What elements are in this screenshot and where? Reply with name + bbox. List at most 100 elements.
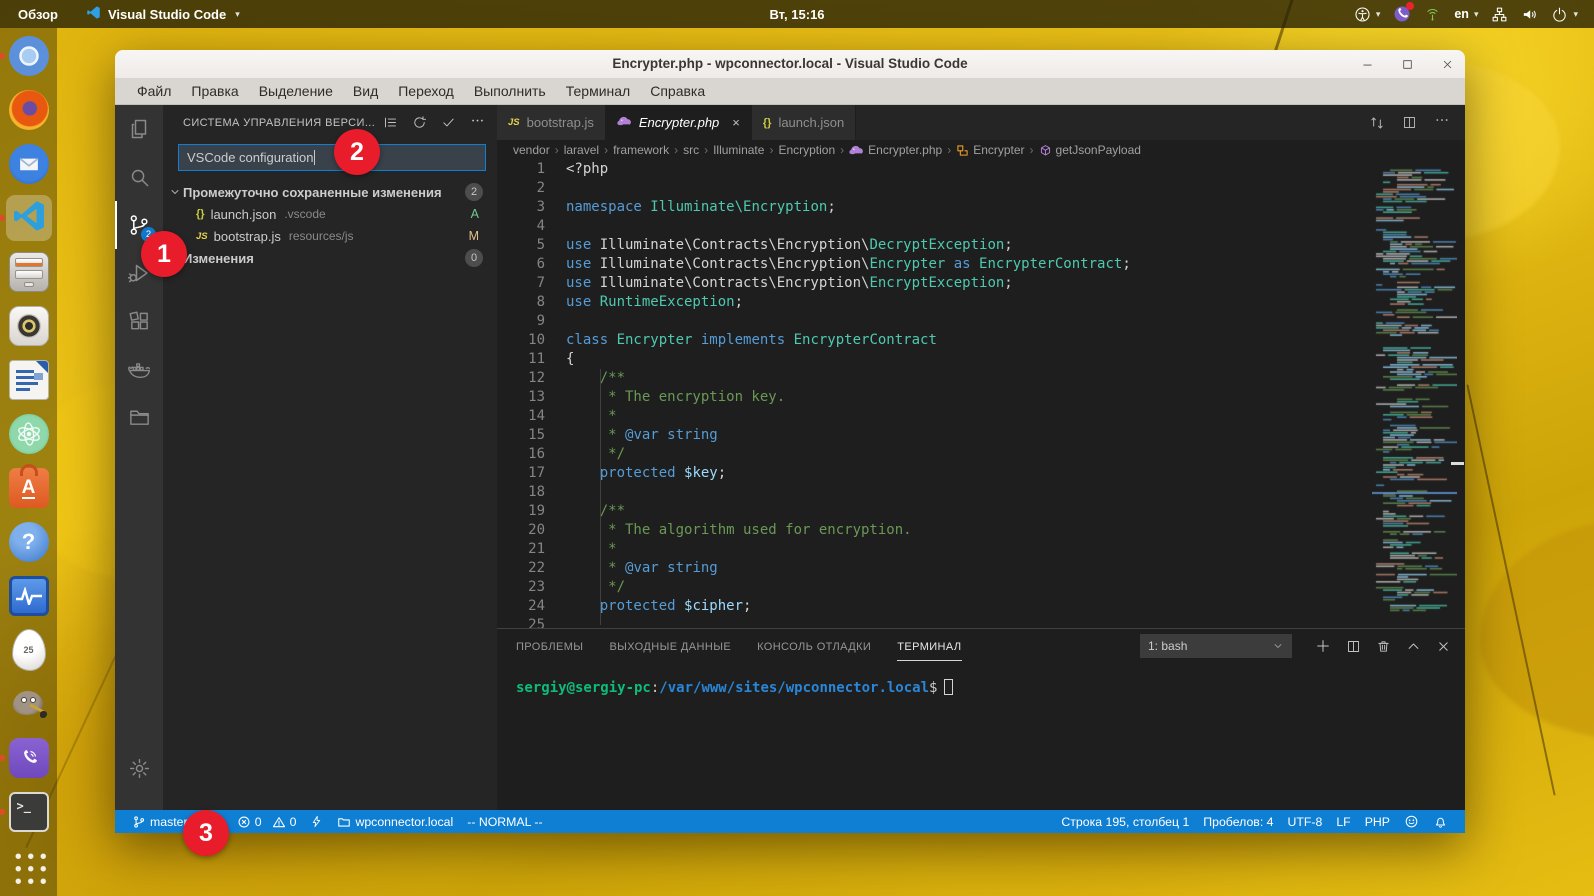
activities-button[interactable]: Обзор <box>0 0 76 28</box>
open-changes-icon[interactable] <box>1369 115 1385 131</box>
line-number: 25 <box>497 616 545 628</box>
workspace-indicator[interactable]: wpconnector.local <box>330 810 460 833</box>
breadcrumb-item[interactable]: framework <box>613 143 669 157</box>
dock-item-libreoffice[interactable] <box>6 357 52 403</box>
dock-item-audio-player[interactable] <box>6 303 52 349</box>
menu-файл[interactable]: Файл <box>127 80 181 102</box>
close-button[interactable] <box>1439 56 1455 72</box>
language-mode-indicator[interactable]: PHP <box>1358 815 1397 829</box>
refresh-icon[interactable] <box>412 115 427 130</box>
scm-group-header[interactable]: Изменения0 <box>163 247 497 269</box>
dock-item-atom[interactable] <box>6 411 52 457</box>
dock-item-chromium[interactable] <box>6 33 52 79</box>
activity-docker[interactable] <box>115 345 163 393</box>
split-editor-icon[interactable] <box>1402 115 1417 130</box>
menu-справка[interactable]: Справка <box>640 80 715 102</box>
tab-launch-json[interactable]: {}launch.json <box>752 105 856 140</box>
viber-tray-button[interactable] <box>1393 5 1411 23</box>
code-line: 2 <box>497 179 1465 198</box>
minimap[interactable] <box>1372 160 1457 622</box>
cursor-position[interactable]: Строка 195, столбец 1 <box>1054 815 1196 829</box>
libreoffice-icon <box>9 360 49 400</box>
menu-терминал[interactable]: Терминал <box>556 80 640 102</box>
dock-item-system-monitor[interactable] <box>6 573 52 619</box>
scm-file-row[interactable]: JSbootstrap.jsresources/jsM <box>163 225 497 247</box>
eol-indicator[interactable]: LF <box>1329 815 1357 829</box>
code-editor[interactable]: 1<?php23namespace Illuminate\Encryption;… <box>497 160 1465 628</box>
problems-indicator[interactable]: 0 0 <box>230 810 304 833</box>
dock-item-terminal[interactable]: >_ <box>6 789 52 835</box>
close-panel-icon[interactable] <box>1436 639 1451 654</box>
breadcrumb-item[interactable]: Encrypter <box>956 143 1024 157</box>
activity-search[interactable] <box>115 153 163 201</box>
menu-правка[interactable]: Правка <box>181 80 248 102</box>
tab-encrypter-php[interactable]: Encrypter.php× <box>606 105 752 140</box>
vim-mode-indicator[interactable]: -- NORMAL -- <box>460 810 549 833</box>
shell-select[interactable]: 1: bash <box>1140 634 1292 658</box>
dock-item-timer[interactable]: 25 <box>6 627 52 673</box>
panel-tab-output[interactable]: ВЫХОДНЫЕ ДАННЫЕ <box>609 632 731 661</box>
menu-выделение[interactable]: Выделение <box>249 80 343 102</box>
activity-extensions[interactable] <box>115 297 163 345</box>
activity-folder[interactable] <box>115 393 163 441</box>
app-grid-button[interactable] <box>6 844 52 890</box>
commit-message-input[interactable]: VSCode configuration <box>178 144 486 171</box>
breadcrumb-item[interactable]: Illuminate <box>713 143 764 157</box>
split-panel-icon[interactable] <box>1346 639 1361 654</box>
timer-icon: 25 <box>12 629 46 671</box>
language-menu[interactable]: en ▾ <box>1454 7 1478 21</box>
menu-выполнить[interactable]: Выполнить <box>464 80 556 102</box>
indentation-indicator[interactable]: Пробелов: 4 <box>1196 815 1280 829</box>
breadcrumb-item[interactable]: Encryption <box>778 143 835 157</box>
activity-explorer[interactable] <box>115 105 163 153</box>
manage-button[interactable] <box>115 744 163 792</box>
accessibility-menu[interactable]: ▾ <box>1354 6 1381 23</box>
more-icon[interactable] <box>1434 112 1450 133</box>
terminal[interactable]: sergiy@sergiy-pc:/var/www/sites/wpconnec… <box>497 663 1465 696</box>
code-line: 8use RuntimeException; <box>497 293 1465 312</box>
feedback-button[interactable] <box>1397 814 1426 829</box>
debug-status[interactable] <box>303 810 330 833</box>
breadcrumb-item[interactable]: getJsonPayload <box>1039 143 1141 157</box>
panel-tab-problems[interactable]: ПРОБЛЕМЫ <box>516 632 583 661</box>
dock-item-firefox[interactable] <box>6 87 52 133</box>
view-list-icon[interactable] <box>383 115 398 130</box>
dock-item-thunderbird[interactable] <box>6 141 52 187</box>
network-menu[interactable] <box>1491 6 1508 23</box>
close-tab-icon[interactable]: × <box>732 115 740 130</box>
dock-item-viber[interactable] <box>6 735 52 781</box>
notifications-button[interactable] <box>1426 814 1455 829</box>
dock-item-gimp[interactable] <box>6 681 52 727</box>
title-bar[interactable]: Encrypter.php - wpconnector.local - Visu… <box>115 50 1465 78</box>
dock-item-help[interactable]: ? <box>6 519 52 565</box>
panel-tab-terminal[interactable]: ТЕРМИНАЛ <box>897 632 961 661</box>
tab-bootstrap-js[interactable]: JSbootstrap.js <box>497 105 606 140</box>
commit-check-icon[interactable] <box>441 115 456 130</box>
panel-tab-debug-console[interactable]: КОНСОЛЬ ОТЛАДКИ <box>757 632 871 661</box>
breadcrumb-item[interactable]: Encrypter.php <box>849 143 942 157</box>
breadcrumb-item[interactable]: vendor <box>513 143 550 157</box>
maximize-button[interactable] <box>1399 56 1415 72</box>
code-line: 15 * @var string <box>497 426 1465 445</box>
new-terminal-icon[interactable] <box>1315 638 1331 654</box>
connection-status[interactable] <box>1424 6 1441 23</box>
scrollbar-mark[interactable] <box>1451 462 1464 465</box>
scm-file-row[interactable]: {}launch.json.vscodeA <box>163 203 497 225</box>
breadcrumb-item[interactable]: src <box>683 143 699 157</box>
code-line: 3namespace Illuminate\Encryption; <box>497 198 1465 217</box>
app-menu-button[interactable]: Visual Studio Code ▾ <box>76 0 250 28</box>
maximize-panel-icon[interactable] <box>1406 639 1421 654</box>
menu-вид[interactable]: Вид <box>343 80 388 102</box>
scm-group-header[interactable]: Промежуточно сохраненные изменения2 <box>163 181 497 203</box>
breadcrumb-item[interactable]: laravel <box>564 143 599 157</box>
encoding-indicator[interactable]: UTF-8 <box>1281 815 1330 829</box>
volume-menu[interactable] <box>1521 6 1538 23</box>
minimize-button[interactable] <box>1359 56 1375 72</box>
dock-item-vscode[interactable] <box>6 195 52 241</box>
power-menu[interactable]: ▾ <box>1551 6 1578 23</box>
dock-item-ubuntu-software[interactable]: A <box>6 465 52 511</box>
menu-переход[interactable]: Переход <box>388 80 464 102</box>
more-icon[interactable] <box>470 113 485 133</box>
trash-icon[interactable] <box>1376 639 1391 654</box>
dock-item-file-cabinet[interactable] <box>6 249 52 295</box>
